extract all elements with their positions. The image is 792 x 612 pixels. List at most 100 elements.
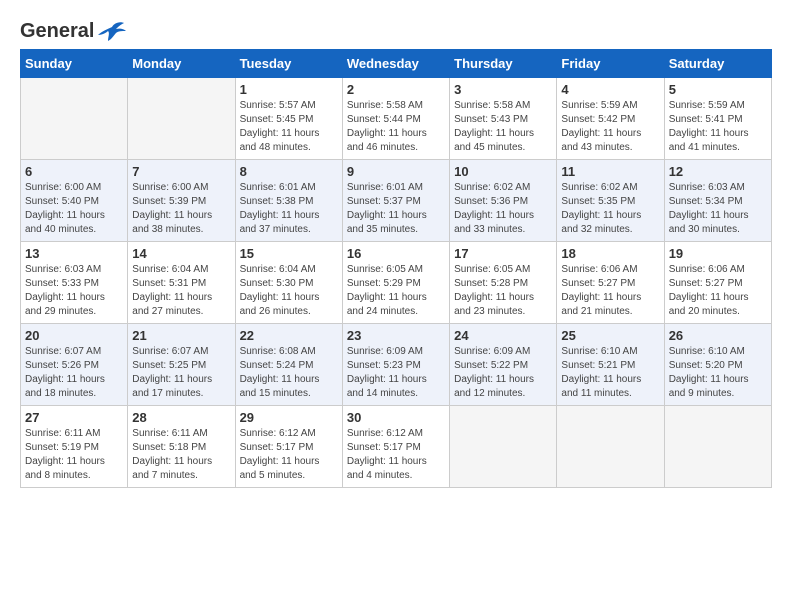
- weekday-header-tuesday: Tuesday: [235, 50, 342, 78]
- day-number: 8: [240, 164, 338, 179]
- calendar-empty-cell: [557, 406, 664, 488]
- day-number: 21: [132, 328, 230, 343]
- calendar-day-7: 7 Sunrise: 6:00 AM Sunset: 5:39 PM Daylig…: [128, 160, 235, 242]
- day-info: Sunrise: 6:09 AM Sunset: 5:23 PM Dayligh…: [347, 345, 445, 401]
- calendar-day-18: 18 Sunrise: 6:06 AM Sunset: 5:27 PM Dayli…: [557, 242, 664, 324]
- calendar-day-13: 13Sunrise: 6:03 AM Sunset: 5:33 PM Dayli…: [21, 242, 128, 324]
- logo: General: [20, 20, 126, 39]
- calendar-day-25: 25 Sunrise: 6:10 AM Sunset: 5:21 PM Dayli…: [557, 324, 664, 406]
- calendar-day-21: 21Sunrise: 6:07 AM Sunset: 5:25 PM Dayli…: [128, 324, 235, 406]
- calendar-day-12: 12Sunrise: 6:03 AM Sunset: 5:34 PM Dayli…: [664, 160, 771, 242]
- day-info: Sunrise: 6:04 AM Sunset: 5:30 PM Dayligh…: [240, 263, 338, 319]
- day-number: 14: [132, 246, 230, 261]
- day-info: Sunrise: 6:00 AM Sunset: 5:40 PM Dayligh…: [25, 181, 123, 237]
- calendar-day-30: 30Sunrise: 6:12 AM Sunset: 5:17 PM Dayli…: [342, 406, 449, 488]
- day-info: Sunrise: 6:02 AM Sunset: 5:36 PM Dayligh…: [454, 181, 552, 237]
- day-number: 5: [669, 82, 767, 97]
- day-number: 28: [132, 410, 230, 425]
- day-info: Sunrise: 5:57 AM Sunset: 5:45 PM Dayligh…: [240, 99, 338, 155]
- calendar-day-19: 19 Sunrise: 6:06 AM Sunset: 5:27 PM Dayli…: [664, 242, 771, 324]
- calendar-day-14: 14 Sunrise: 6:04 AM Sunset: 5:31 PM Dayli…: [128, 242, 235, 324]
- day-info: Sunrise: 6:04 AM Sunset: 5:31 PM Dayligh…: [132, 263, 230, 319]
- weekday-header-friday: Friday: [557, 50, 664, 78]
- calendar-week-row: 6 Sunrise: 6:00 AM Sunset: 5:40 PM Daylig…: [21, 160, 772, 242]
- calendar-day-24: 24Sunrise: 6:09 AM Sunset: 5:22 PM Dayli…: [450, 324, 557, 406]
- calendar-day-10: 10 Sunrise: 6:02 AM Sunset: 5:36 PM Dayli…: [450, 160, 557, 242]
- calendar-table: SundayMondayTuesdayWednesdayThursdayFrid…: [20, 49, 772, 488]
- day-info: Sunrise: 6:02 AM Sunset: 5:35 PM Dayligh…: [561, 181, 659, 237]
- calendar-day-8: 8 Sunrise: 6:01 AM Sunset: 5:38 PM Daylig…: [235, 160, 342, 242]
- calendar-day-6: 6 Sunrise: 6:00 AM Sunset: 5:40 PM Daylig…: [21, 160, 128, 242]
- calendar-day-17: 17 Sunrise: 6:05 AM Sunset: 5:28 PM Dayli…: [450, 242, 557, 324]
- day-info: Sunrise: 5:59 AM Sunset: 5:42 PM Dayligh…: [561, 99, 659, 155]
- day-info: Sunrise: 6:12 AM Sunset: 5:17 PM Dayligh…: [347, 427, 445, 483]
- day-info: Sunrise: 6:10 AM Sunset: 5:20 PM Dayligh…: [669, 345, 767, 401]
- calendar-empty-cell: [664, 406, 771, 488]
- calendar-day-27: 27 Sunrise: 6:11 AM Sunset: 5:19 PM Dayli…: [21, 406, 128, 488]
- calendar-day-28: 28 Sunrise: 6:11 AM Sunset: 5:18 PM Dayli…: [128, 406, 235, 488]
- calendar-empty-cell: [21, 78, 128, 160]
- calendar-day-20: 20 Sunrise: 6:07 AM Sunset: 5:26 PM Dayli…: [21, 324, 128, 406]
- day-info: Sunrise: 6:05 AM Sunset: 5:28 PM Dayligh…: [454, 263, 552, 319]
- day-number: 20: [25, 328, 123, 343]
- calendar-day-1: 1 Sunrise: 5:57 AM Sunset: 5:45 PM Daylig…: [235, 78, 342, 160]
- page-header: General: [20, 20, 772, 39]
- weekday-header-saturday: Saturday: [664, 50, 771, 78]
- day-info: Sunrise: 6:06 AM Sunset: 5:27 PM Dayligh…: [669, 263, 767, 319]
- day-number: 25: [561, 328, 659, 343]
- day-info: Sunrise: 6:06 AM Sunset: 5:27 PM Dayligh…: [561, 263, 659, 319]
- calendar-day-9: 9Sunrise: 6:01 AM Sunset: 5:37 PM Daylig…: [342, 160, 449, 242]
- day-number: 15: [240, 246, 338, 261]
- day-info: Sunrise: 5:58 AM Sunset: 5:43 PM Dayligh…: [454, 99, 552, 155]
- day-info: Sunrise: 6:08 AM Sunset: 5:24 PM Dayligh…: [240, 345, 338, 401]
- calendar-header-row: SundayMondayTuesdayWednesdayThursdayFrid…: [21, 50, 772, 78]
- day-info: Sunrise: 6:09 AM Sunset: 5:22 PM Dayligh…: [454, 345, 552, 401]
- day-number: 16: [347, 246, 445, 261]
- calendar-day-22: 22 Sunrise: 6:08 AM Sunset: 5:24 PM Dayli…: [235, 324, 342, 406]
- calendar-empty-cell: [128, 78, 235, 160]
- day-info: Sunrise: 6:00 AM Sunset: 5:39 PM Dayligh…: [132, 181, 230, 237]
- day-info: Sunrise: 6:11 AM Sunset: 5:18 PM Dayligh…: [132, 427, 230, 483]
- calendar-week-row: 20 Sunrise: 6:07 AM Sunset: 5:26 PM Dayli…: [21, 324, 772, 406]
- day-number: 11: [561, 164, 659, 179]
- calendar-empty-cell: [450, 406, 557, 488]
- day-number: 18: [561, 246, 659, 261]
- weekday-header-sunday: Sunday: [21, 50, 128, 78]
- day-info: Sunrise: 5:59 AM Sunset: 5:41 PM Dayligh…: [669, 99, 767, 155]
- day-info: Sunrise: 6:05 AM Sunset: 5:29 PM Dayligh…: [347, 263, 445, 319]
- day-info: Sunrise: 6:07 AM Sunset: 5:26 PM Dayligh…: [25, 345, 123, 401]
- logo-general: General: [20, 20, 94, 43]
- day-number: 29: [240, 410, 338, 425]
- day-number: 7: [132, 164, 230, 179]
- logo-bird-icon: [98, 21, 126, 43]
- day-number: 3: [454, 82, 552, 97]
- calendar-day-15: 15 Sunrise: 6:04 AM Sunset: 5:30 PM Dayli…: [235, 242, 342, 324]
- day-number: 12: [669, 164, 767, 179]
- day-number: 22: [240, 328, 338, 343]
- day-number: 4: [561, 82, 659, 97]
- day-info: Sunrise: 6:11 AM Sunset: 5:19 PM Dayligh…: [25, 427, 123, 483]
- day-info: Sunrise: 6:01 AM Sunset: 5:38 PM Dayligh…: [240, 181, 338, 237]
- day-number: 26: [669, 328, 767, 343]
- day-number: 2: [347, 82, 445, 97]
- weekday-header-monday: Monday: [128, 50, 235, 78]
- day-number: 6: [25, 164, 123, 179]
- calendar-day-5: 5 Sunrise: 5:59 AM Sunset: 5:41 PM Daylig…: [664, 78, 771, 160]
- day-number: 10: [454, 164, 552, 179]
- calendar-week-row: 13Sunrise: 6:03 AM Sunset: 5:33 PM Dayli…: [21, 242, 772, 324]
- calendar-day-16: 16 Sunrise: 6:05 AM Sunset: 5:29 PM Dayli…: [342, 242, 449, 324]
- day-info: Sunrise: 6:10 AM Sunset: 5:21 PM Dayligh…: [561, 345, 659, 401]
- calendar-day-2: 2 Sunrise: 5:58 AM Sunset: 5:44 PM Daylig…: [342, 78, 449, 160]
- day-number: 27: [25, 410, 123, 425]
- day-number: 19: [669, 246, 767, 261]
- day-info: Sunrise: 6:03 AM Sunset: 5:33 PM Dayligh…: [25, 263, 123, 319]
- day-number: 9: [347, 164, 445, 179]
- day-info: Sunrise: 5:58 AM Sunset: 5:44 PM Dayligh…: [347, 99, 445, 155]
- day-number: 23: [347, 328, 445, 343]
- day-number: 1: [240, 82, 338, 97]
- day-number: 17: [454, 246, 552, 261]
- calendar-day-11: 11 Sunrise: 6:02 AM Sunset: 5:35 PM Dayli…: [557, 160, 664, 242]
- weekday-header-wednesday: Wednesday: [342, 50, 449, 78]
- calendar-day-29: 29Sunrise: 6:12 AM Sunset: 5:17 PM Dayli…: [235, 406, 342, 488]
- calendar-week-row: 27 Sunrise: 6:11 AM Sunset: 5:19 PM Dayli…: [21, 406, 772, 488]
